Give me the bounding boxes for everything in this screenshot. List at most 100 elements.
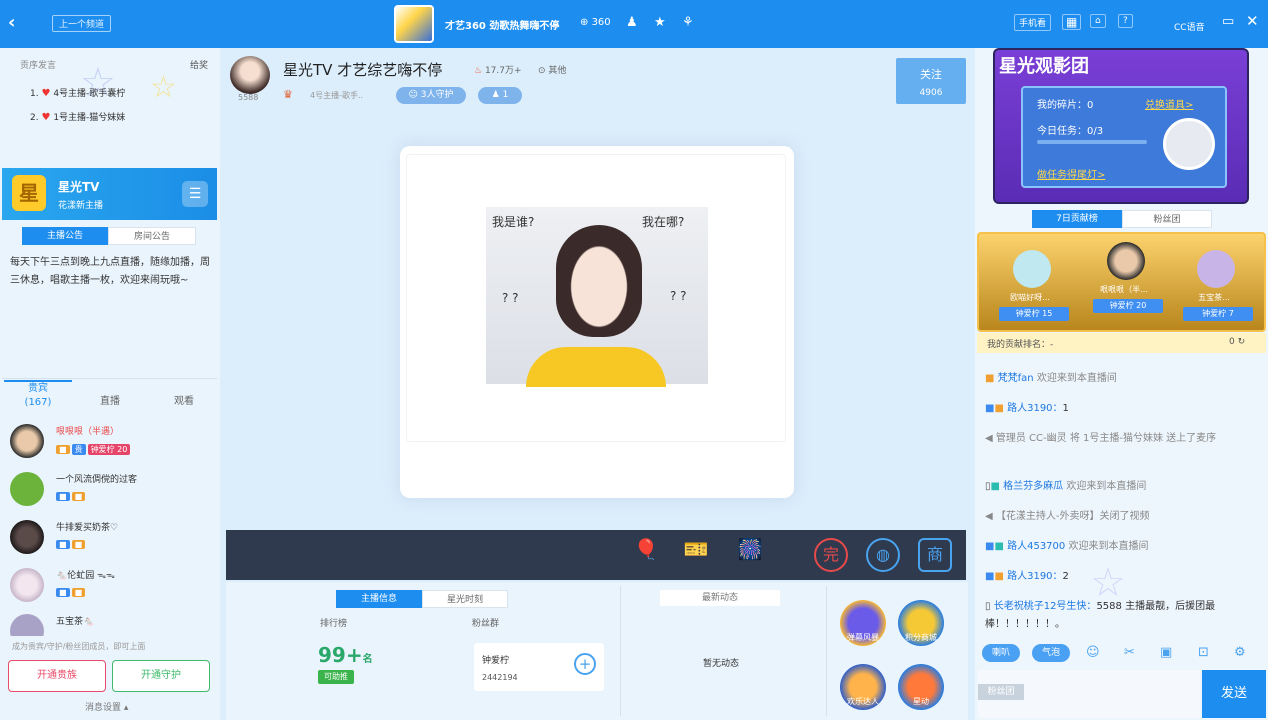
shop-icon[interactable]: 商 <box>918 538 952 572</box>
fun-master-icon[interactable]: 欢乐达人 <box>840 664 886 710</box>
fan-group-id: 2442194 <box>482 673 518 682</box>
chat-message: ▯■ 格兰芬多麻瓜 欢迎来到本直播间 <box>985 481 1147 492</box>
do-task-link[interactable]: 做任务得尾灯> <box>1037 166 1105 181</box>
user-name: 哏哏哏（半遇） <box>56 427 120 437</box>
bag-icon[interactable]: ◍ <box>866 538 900 572</box>
bubble-button[interactable]: 气泡 <box>1032 644 1070 662</box>
add-icon[interactable]: + <box>574 653 596 675</box>
list-item[interactable]: 🐁伦虻园 ᯓᯓ ■ ■ <box>10 568 215 618</box>
restore-icon[interactable]: ▭ <box>1222 14 1234 29</box>
image-icon[interactable]: ▣ <box>1160 645 1172 660</box>
photo-caption: ? ? <box>670 289 687 303</box>
star-move-icon[interactable]: 星动 <box>898 664 944 710</box>
chat-message: ■■ 路人3190：1 <box>985 403 1069 414</box>
contrib-name: 欧喵好呀... <box>1010 293 1050 302</box>
vip-tip: 成为贵宾/守护/粉丝团成员，即可上面 <box>12 642 146 651</box>
fan-group-button[interactable]: 粉丝团 <box>978 684 1024 700</box>
chat-message: ■ 梵梵fan 欢迎来到本直播间 <box>985 373 1117 384</box>
fireworks-icon[interactable]: 🎆 <box>734 537 766 571</box>
points-mall-icon[interactable]: 积分商城 <box>898 600 944 646</box>
avatar <box>10 472 44 506</box>
room-title: 星光TV 才艺综艺嗨不停 <box>283 61 443 79</box>
close-icon[interactable]: ✕ <box>1246 12 1259 30</box>
notice-text: 每天下午三点到晚上九点直播，随缘加播，周三休息，唱歌主播一枚，欢迎来闹玩哦~ <box>10 257 210 286</box>
follow-button[interactable]: 关注 4906 <box>896 58 966 104</box>
rank-item[interactable]: 1. ♥ 4号主播-歌手囊柠 <box>30 86 125 99</box>
ticket-icon[interactable]: 🎫 <box>680 537 712 571</box>
mobile-view-button[interactable]: 手机看 <box>1014 14 1052 31</box>
tab-star-moment[interactable]: 星光时刻 <box>422 590 508 608</box>
top-bar: ‹ 上一个频道 才艺360 劲歌热舞嗨不停 ⊕ 360 ♟ ★ ⚘ 手机看 ▦ … <box>0 0 1268 48</box>
more-button[interactable]: ⊙ 其他 <box>538 63 566 76</box>
tab-7day-contrib[interactable]: 7日贡献榜 <box>1032 210 1122 228</box>
menu-icon[interactable]: ☰ <box>182 181 208 207</box>
tab-anchor-info[interactable]: 主播信息 <box>336 590 422 608</box>
user-name: 🐁伦虻园 ᯓᯓ <box>56 571 115 581</box>
tab-vip[interactable]: 贵宾 (167) <box>4 380 72 410</box>
send-button[interactable]: 发送 <box>1202 670 1266 718</box>
contribution-board: 欧喵好呀... 钟爱柠 15 哏哏哏（半... 钟爱柠 20 五宝茶... 钟爱… <box>977 232 1266 332</box>
anchor-card[interactable]: 星 星光TV 花漾新主播 ☰ <box>2 168 217 220</box>
user-badges: ■ 贵钟爱柠 20 <box>56 444 132 455</box>
channel-title: 才艺360 劲歌热舞嗨不停 <box>445 21 560 32</box>
list-item[interactable]: 五宝茶🐁 <box>10 614 215 636</box>
fan-group-card[interactable]: 钟爱柠 2442194 + <box>474 643 604 691</box>
promo-title: 星光观影团 <box>999 56 1089 77</box>
list-item[interactable]: 牛排爱买奶茶♡ ■ ■ <box>10 520 215 570</box>
latest-dynamic-tab[interactable]: 最新动态 <box>660 590 780 606</box>
exchange-link[interactable]: 兑换道具> <box>1145 96 1193 111</box>
rank-more-link[interactable]: 给奖 <box>190 58 208 71</box>
emoji-icon[interactable]: ☺ <box>1086 645 1100 660</box>
no-dynamic-text: 暂无动态 <box>703 659 740 669</box>
avatar <box>10 614 44 636</box>
task-progress <box>1037 140 1147 144</box>
contrib-slot[interactable]: 哏哏哏（半... 钟爱柠 20 <box>1079 240 1169 320</box>
minimize-button[interactable]: ⌂ <box>1090 14 1106 28</box>
scissors-icon[interactable]: ✂ <box>1124 645 1135 660</box>
contrib-slot[interactable]: 五宝茶... 钟爱柠 7 <box>1169 248 1259 328</box>
star-icon[interactable]: ★ <box>654 15 666 30</box>
user-icon[interactable]: ♟ <box>626 15 638 30</box>
anchor-subtitle: 花漾新主播 <box>58 201 104 211</box>
lock-icon[interactable]: ⊡ <box>1198 645 1209 660</box>
viewer-count: ⊕ 360 <box>580 17 611 28</box>
rank-item[interactable]: 2. ♥ 1号主播-猫兮妹妹 <box>30 110 125 123</box>
tab-watch[interactable]: 观看 <box>154 392 214 407</box>
complete-icon[interactable]: 完 <box>814 538 848 572</box>
promo-box: 我的碎片：0 兑换道具> 今日任务：0/3 做任务得尾灯> <box>1021 86 1227 188</box>
layout-icon[interactable]: ▦ <box>1062 14 1082 30</box>
tab-fan-group[interactable]: 粉丝团 <box>1122 210 1212 228</box>
message-settings[interactable]: 消息设置 ▴ <box>85 700 128 713</box>
video-image[interactable]: 我是谁? 我在哪? ? ? ? ? <box>486 207 708 387</box>
open-guard-button[interactable]: 开通守护 <box>112 660 210 692</box>
help-button[interactable]: ? <box>1118 14 1133 28</box>
promo-banner[interactable]: 星光观影团 我的碎片：0 兑换道具> 今日任务：0/3 做任务得尾灯> <box>993 48 1249 204</box>
list-item[interactable]: 哏哏哏（半遇） ■ 贵钟爱柠 20 <box>10 424 215 474</box>
anchor-name: 星光TV <box>58 180 100 194</box>
gift-bar <box>226 530 966 580</box>
viewer-pill[interactable]: ♟ 1 <box>478 87 522 104</box>
follow-count: 4906 <box>919 88 943 98</box>
contrib-value: 钟爱柠 20 <box>1093 299 1163 313</box>
cc-logo: CC语音 <box>1174 23 1205 33</box>
balloon-icon[interactable]: 🎈 <box>630 537 662 571</box>
danmaku-storm-icon[interactable]: 弹幕风暴 <box>840 600 886 646</box>
back-icon[interactable]: ‹ <box>8 12 15 33</box>
guard-pill[interactable]: ☺ 3人守护 <box>396 87 466 104</box>
body-image <box>526 347 666 387</box>
settings-icon[interactable]: ⚙ <box>1234 645 1246 660</box>
tab-live[interactable]: 直播 <box>80 392 140 407</box>
tab-room-notice[interactable]: 房间公告 <box>108 227 196 245</box>
contrib-slot[interactable]: 欧喵好呀... 钟爱柠 15 <box>985 248 1075 328</box>
open-noble-button[interactable]: 开通贵族 <box>8 660 106 692</box>
chat-message: ■■ 路人453700 欢迎来到本直播间 <box>985 541 1149 552</box>
prev-channel-button[interactable]: 上一个频道 <box>52 15 112 32</box>
share-icon[interactable]: ⚘ <box>682 15 694 30</box>
fan-label: 粉丝群 <box>472 619 500 629</box>
list-item[interactable]: 一个风流倜傥的过客 ■ ■ <box>10 472 215 522</box>
rank-title: 贡序发言 <box>20 61 57 71</box>
horn-button[interactable]: 喇叭 <box>982 644 1020 662</box>
tab-anchor-notice[interactable]: 主播公告 <box>22 227 108 245</box>
boost-button[interactable]: 可助推 <box>318 670 354 684</box>
anchor-avatar[interactable] <box>230 56 270 94</box>
